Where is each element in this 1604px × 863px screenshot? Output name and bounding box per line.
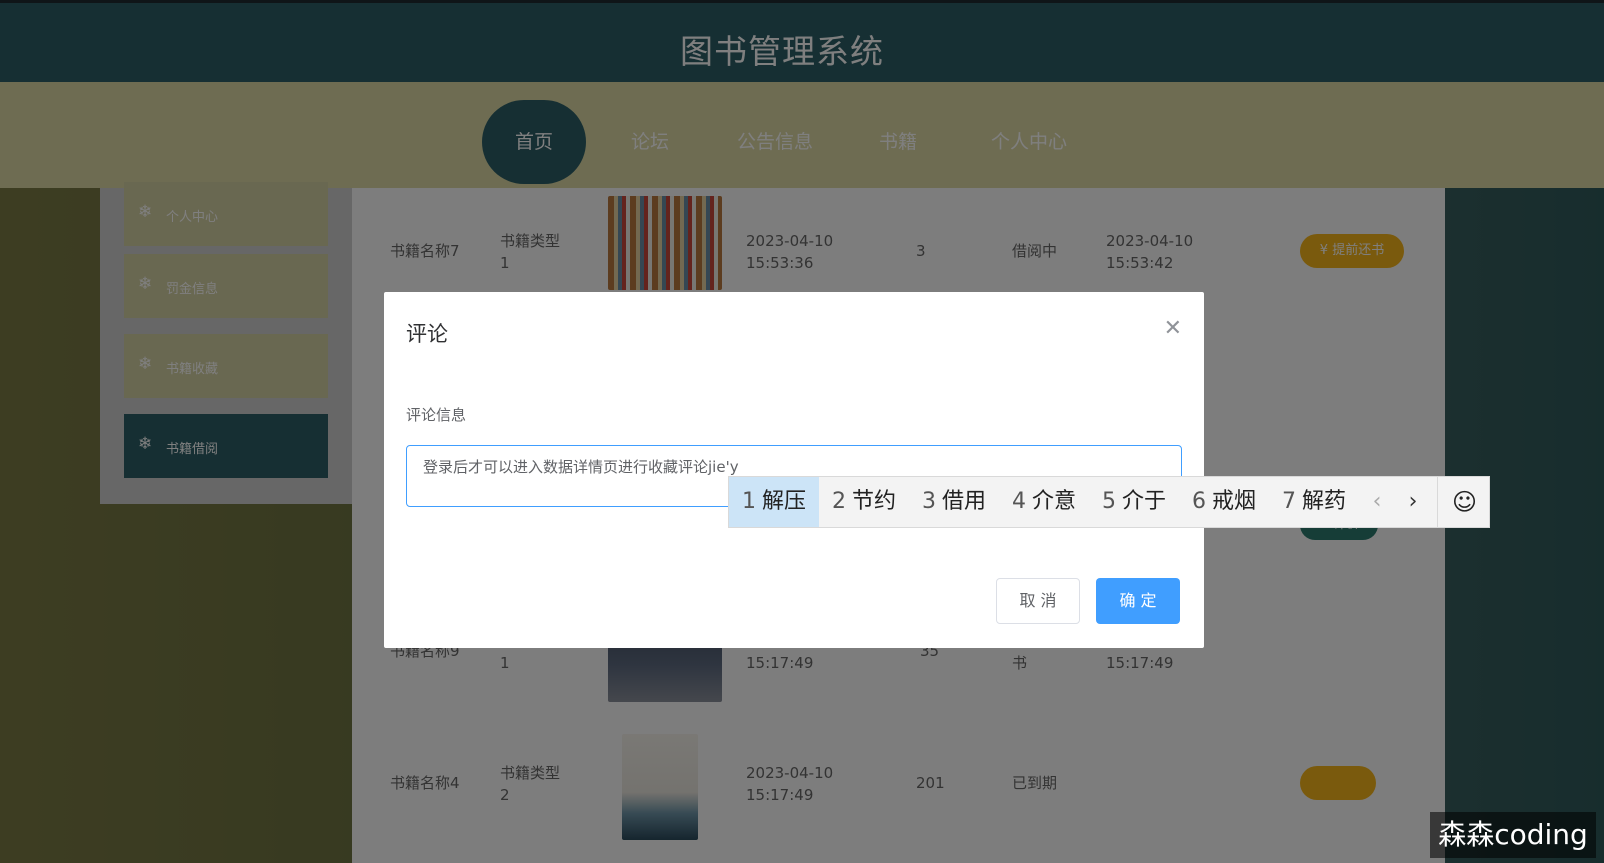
ime-candidate[interactable]: 6 戒烟: [1179, 477, 1269, 527]
close-icon[interactable]: ✕: [1164, 316, 1182, 341]
confirm-button[interactable]: 确 定: [1096, 578, 1180, 624]
emoji-icon[interactable]: ☺: [1437, 477, 1491, 527]
ime-candidate[interactable]: 2 节约: [819, 477, 909, 527]
candidate-number: 3: [921, 489, 936, 514]
candidate-number: 2: [831, 489, 846, 514]
ime-candidate[interactable]: 4 介意: [999, 477, 1089, 527]
prev-page-icon[interactable]: ‹: [1359, 477, 1395, 527]
candidate-word: 介意: [1031, 489, 1076, 514]
candidate-number: 6: [1191, 489, 1206, 514]
candidate-word: 节约: [851, 489, 896, 514]
comment-dialog: 评论 ✕ 评论信息 登录后才可以进入数据详情页进行收藏评论jie'y 取 消 确…: [384, 292, 1204, 648]
ime-candidate[interactable]: 3 借用: [909, 477, 999, 527]
ime-candidate[interactable]: 1 解压: [729, 477, 819, 527]
ime-candidate[interactable]: 7 解药: [1269, 477, 1359, 527]
candidate-word: 解药: [1301, 489, 1346, 514]
dialog-title: 评论: [406, 322, 448, 346]
candidate-number: 1: [741, 489, 756, 514]
candidate-word: 解压: [761, 489, 806, 514]
cancel-button[interactable]: 取 消: [996, 578, 1080, 624]
comment-field-label: 评论信息: [406, 406, 467, 424]
candidate-number: 7: [1281, 489, 1296, 514]
candidate-number: 5: [1101, 489, 1116, 514]
next-page-icon[interactable]: ›: [1395, 477, 1431, 527]
candidate-word: 戒烟: [1211, 489, 1256, 514]
watermark: 森森coding: [1430, 812, 1596, 858]
candidate-word: 借用: [941, 489, 986, 514]
ime-candidate[interactable]: 5 介于: [1089, 477, 1179, 527]
ime-candidate-bar: 1 解压 2 节约 3 借用 4 介意 5 介于 6 戒烟 7 解药 ‹ › ☺: [728, 476, 1490, 528]
candidate-number: 4: [1011, 489, 1026, 514]
candidate-word: 介于: [1121, 489, 1166, 514]
